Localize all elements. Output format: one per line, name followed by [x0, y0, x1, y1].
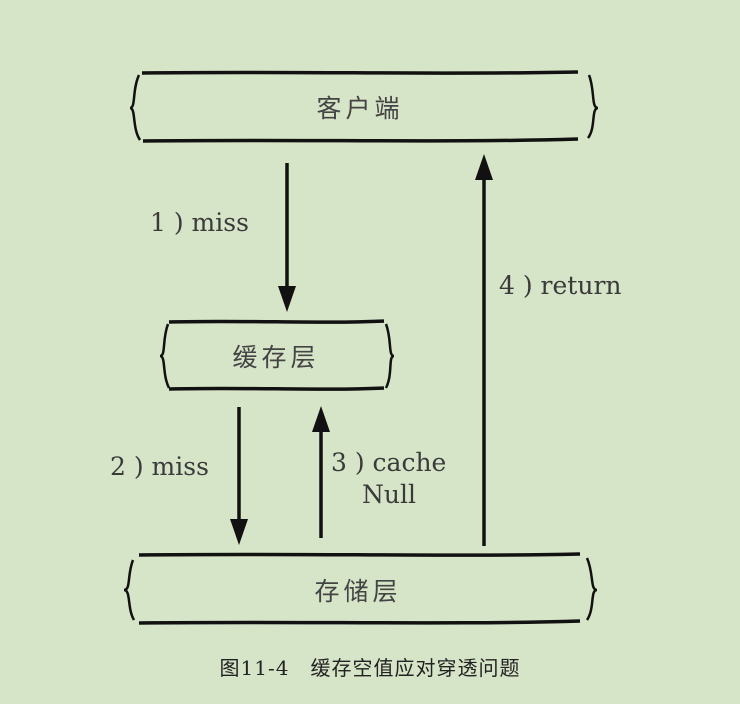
- arrow-step1-head: [278, 286, 296, 312]
- storage-box-right-bracket: [585, 557, 598, 621]
- cache-label: 缓存层: [232, 343, 319, 372]
- edge-label-step4: 4 ) return: [499, 271, 622, 300]
- diagram-canvas: 客户端 缓存层 存储层 1 ) miss 2 ) miss 3 ) cache …: [110, 70, 622, 625]
- edge-label-step3-line2: Null: [362, 480, 416, 509]
- storage-box-left-bracket: [123, 559, 136, 621]
- storage-box-bottom: [138, 619, 581, 625]
- client-box-bottom: [142, 137, 579, 143]
- cache-box-top: [168, 319, 385, 324]
- arrow-step4-head: [475, 154, 493, 180]
- cache-box-left-bracket: [159, 323, 171, 389]
- arrow-step3: [312, 406, 330, 538]
- arrow-step3-head: [312, 406, 330, 432]
- client-box-top: [141, 70, 579, 75]
- client-box-left-bracket: [129, 74, 142, 141]
- storage-node: 存储层: [123, 552, 598, 625]
- arrow-step2: [230, 407, 248, 545]
- cache-box-right-bracket: [384, 323, 395, 389]
- client-label: 客户端: [316, 94, 403, 123]
- edge-label-step1: 1 ) miss: [150, 208, 249, 237]
- arrow-step1: [278, 163, 296, 312]
- figure-caption: 图11-4 缓存空值应对穿透问题: [219, 656, 521, 680]
- storage-box-top: [138, 552, 581, 557]
- arrow-step4: [475, 154, 493, 546]
- storage-label: 存储层: [314, 577, 401, 606]
- edge-label-step2: 2 ) miss: [110, 452, 209, 481]
- arrow-step2-head: [230, 519, 248, 545]
- cache-box-bottom: [168, 386, 385, 391]
- client-box-right-bracket: [586, 74, 599, 139]
- cache-node: 缓存层: [159, 319, 395, 391]
- edge-label-step3-line1: 3 ) cache: [331, 448, 446, 477]
- client-node: 客户端: [129, 70, 599, 143]
